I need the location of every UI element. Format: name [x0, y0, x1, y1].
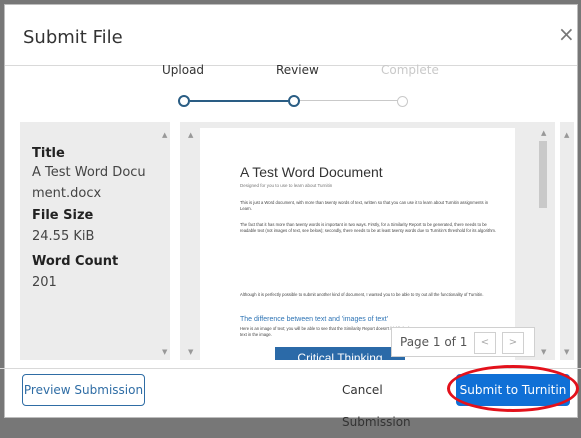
step-connector-pending: [298, 100, 398, 101]
word-count-value: 201: [32, 275, 57, 290]
file-info-panel: Title A Test Word Docu ment.docx File Si…: [20, 122, 170, 360]
doc-title: A Test Word Document: [240, 164, 383, 180]
title-value-line1: A Test Word Docu: [32, 165, 146, 180]
page-scroll-down-icon[interactable]: ▼: [541, 348, 546, 356]
side-scroll-up-icon[interactable]: ▲: [564, 131, 569, 139]
next-page-button[interactable]: >: [502, 332, 524, 354]
file-size-label: File Size: [32, 208, 94, 223]
doc-heading-2: The difference between text and 'images …: [240, 316, 389, 323]
doc-subtitle: Designed for you to use to learn about T…: [240, 183, 333, 188]
submit-to-turnitin-button[interactable]: Submit to Turnitin: [456, 374, 570, 406]
side-scroll-down-icon[interactable]: ▼: [564, 348, 569, 356]
word-count-label: Word Count: [32, 254, 119, 269]
previous-page-button[interactable]: <: [474, 332, 496, 354]
document-page: A Test Word Document Designed for you to…: [200, 128, 515, 360]
page-navigator: Page 1 of 1 < >: [391, 327, 535, 357]
file-size-value: 24.55 KiB: [32, 229, 95, 244]
cancel-submission-button[interactable]: Cancel Submission: [342, 374, 439, 429]
scroll-down-icon[interactable]: ▼: [162, 348, 167, 356]
document-preview: ▲ ▼ A Test Word Document Designed for yo…: [180, 122, 555, 360]
page-indicator: Page 1 of 1: [400, 335, 468, 349]
close-icon[interactable]: ×: [558, 24, 575, 44]
side-scroll-strip: ▲ ▼: [560, 122, 574, 360]
dialog-header: Submit File ×: [5, 5, 577, 66]
step-upload-label: Upload: [162, 63, 205, 77]
scroll-up-icon[interactable]: ▲: [162, 131, 167, 139]
step-review-dot: [288, 95, 300, 107]
step-connector-done: [190, 100, 288, 102]
preview-submission-button[interactable]: Preview Submission: [22, 374, 145, 406]
doc-paragraph-3: Although it is perfectly possible to sub…: [240, 292, 484, 297]
step-complete-dot: [397, 96, 408, 107]
title-value-line2: ment.docx: [32, 186, 102, 201]
preview-scroll-down-icon[interactable]: ▼: [188, 348, 193, 356]
doc-image: Critical Thinking: [275, 347, 405, 360]
step-complete-label: Complete: [381, 63, 439, 77]
preview-scroll-up-icon[interactable]: ▲: [188, 131, 193, 139]
page-scroll-up-icon[interactable]: ▲: [541, 129, 546, 137]
title-label: Title: [32, 146, 65, 161]
dialog-title: Submit File: [23, 27, 123, 48]
doc-paragraph-1: This is just a Word document, with more …: [240, 200, 489, 211]
step-upload-dot: [178, 95, 190, 107]
step-review-label: Review: [276, 63, 319, 77]
preview-scrollbar-thumb[interactable]: [539, 141, 547, 208]
doc-paragraph-2: The fact that it has more than twenty wo…: [240, 222, 497, 233]
